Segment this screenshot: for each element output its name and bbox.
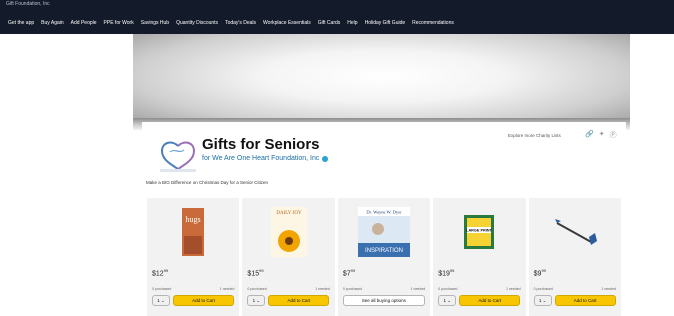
link-icon[interactable]: 🔗 <box>585 130 594 140</box>
pinterest-icon[interactable]: Ⓟ <box>610 130 617 140</box>
needed-count: 1 needed <box>601 287 617 291</box>
nav-gift-cards[interactable]: Gift Cards <box>318 20 341 26</box>
product-price: $1995 <box>438 268 455 278</box>
nav-buy-again[interactable]: Buy Again <box>41 20 64 26</box>
purchased-count: 0 purchased <box>247 287 267 291</box>
charity-name[interactable]: for We Are One Heart Foundation, Inc <box>202 155 319 162</box>
quantity-select[interactable]: 1 ⌄ <box>247 295 266 306</box>
product-card: DAILY JOY $1599 0 purchased 1 needed 1 ⌄… <box>242 198 335 316</box>
nav-recommendations[interactable]: Recommendations <box>412 20 454 26</box>
product-grid: hugs $1299 0 purchased 1 needed 1 ⌄ Add … <box>147 198 622 316</box>
needed-count: 1 needed <box>410 287 426 291</box>
nav-holiday-gift-guide[interactable]: Holiday Gift Guide <box>365 20 406 26</box>
nav-help[interactable]: Help <box>347 20 357 26</box>
product-image[interactable] <box>529 198 621 266</box>
top-navigation-bar: Gift Foundation, Inc Get the app Buy Aga… <box>0 0 674 34</box>
product-price: $1599 <box>247 268 264 278</box>
needed-count: 1 needed <box>219 287 235 291</box>
quantity-select[interactable]: 1 ⌄ <box>533 295 552 306</box>
hero-banner <box>133 34 630 128</box>
explore-more-link[interactable]: Explore more Charity Lists <box>508 133 561 138</box>
twitter-icon[interactable]: ✦ <box>599 130 605 140</box>
list-title: Gifts for Seniors <box>202 136 320 153</box>
product-card: Dr. Wayne W. Dyer INSPIRATION $799 0 pur… <box>337 198 431 316</box>
nav-menu: Get the app Buy Again Add People PPE for… <box>8 20 454 26</box>
list-description: Make a BIG Difference on Christmas Day f… <box>146 180 268 185</box>
charity-logo <box>160 141 196 172</box>
purchased-count: 0 purchased <box>533 287 553 291</box>
quantity-select[interactable]: 1 ⌄ <box>438 295 457 306</box>
add-to-cart-button[interactable]: Add to Cart <box>268 295 330 306</box>
account-breadcrumb[interactable]: Gift Foundation, Inc <box>6 1 50 7</box>
product-image[interactable]: hugs <box>147 198 239 266</box>
charity-list-card: Gifts for Seniors for We Are One Heart F… <box>142 122 626 316</box>
product-image[interactable]: DAILY JOY <box>242 198 334 266</box>
add-to-cart-button[interactable]: Add to Cart <box>554 295 616 306</box>
share-icons: 🔗 ✦ Ⓟ <box>585 130 617 140</box>
product-card: $999 0 purchased 1 needed 1 ⌄ Add to Car… <box>528 198 622 316</box>
nav-add-people[interactable]: Add People <box>71 20 97 26</box>
needed-count: 1 needed <box>506 287 521 291</box>
cover-title: hugs <box>186 215 201 224</box>
purchased-count: 0 purchased <box>152 287 172 291</box>
add-to-cart-button[interactable]: Add to Cart <box>173 295 234 306</box>
verified-check-icon <box>322 155 329 162</box>
add-to-cart-button[interactable]: Add to Cart <box>459 295 521 306</box>
product-price: $1299 <box>152 268 169 278</box>
nav-workplace-essentials[interactable]: Workplace Essentials <box>263 20 311 26</box>
nav-ppe-for-work[interactable]: PPE for Work <box>104 20 134 26</box>
cover-title: DAILY JOY <box>276 211 302 216</box>
cover-title: LARGE PRINT <box>467 229 493 233</box>
see-all-buying-options-button[interactable]: See all buying options <box>342 295 425 306</box>
product-card: hugs $1299 0 purchased 1 needed 1 ⌄ Add … <box>147 198 240 316</box>
product-card: LARGE PRINT $1995 0 purchased 1 needed 1… <box>433 198 526 316</box>
list-subtitle[interactable]: for We Are One Heart Foundation, Inc <box>202 155 329 162</box>
cover-author: Dr. Wayne W. Dyer <box>366 210 402 215</box>
purchased-count: 0 purchased <box>438 287 458 291</box>
nav-quantity-discounts[interactable]: Quantity Discounts <box>176 20 218 26</box>
product-price: $999 <box>533 268 546 278</box>
nav-get-the-app[interactable]: Get the app <box>8 20 34 26</box>
nav-savings-hub[interactable]: Savings Hub <box>141 20 169 26</box>
needed-count: 1 needed <box>315 287 330 291</box>
quantity-select[interactable]: 1 ⌄ <box>152 295 170 306</box>
product-image[interactable]: Dr. Wayne W. Dyer INSPIRATION <box>338 198 430 266</box>
purchased-count: 0 purchased <box>342 287 363 291</box>
product-price: $799 <box>342 268 356 278</box>
nav-todays-deals[interactable]: Today's Deals <box>225 20 256 26</box>
cover-title: INSPIRATION <box>365 248 403 254</box>
product-image[interactable]: LARGE PRINT <box>433 198 525 266</box>
